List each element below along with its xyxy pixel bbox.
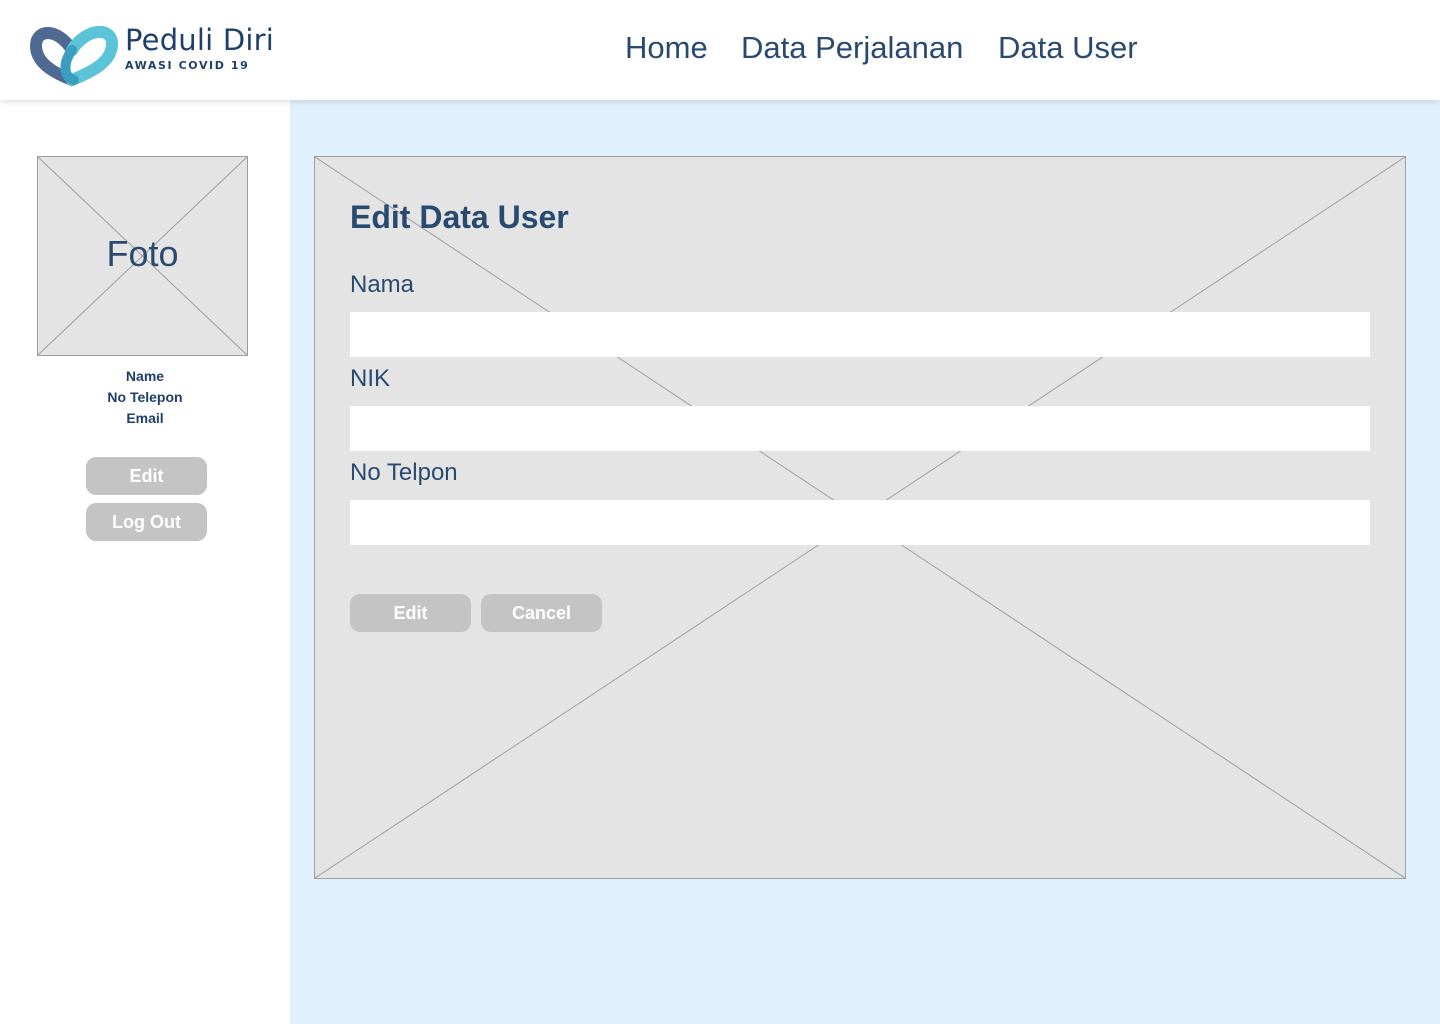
brand-tagline: AWASI COVID 19 <box>125 59 250 72</box>
nik-input[interactable] <box>350 406 1370 451</box>
profile-phone: No Telepon <box>107 389 183 405</box>
logo-heart-icon <box>29 25 119 86</box>
nav-home[interactable]: Home <box>625 30 708 66</box>
nama-label: Nama <box>350 271 415 298</box>
main-content: Edit Data User Nama NIK No Telpon Edit C… <box>290 100 1440 1024</box>
no-telpon-label: No Telpon <box>350 459 458 486</box>
brand-logo[interactable]: Peduli Diri AWASI COVID 19 <box>28 14 288 88</box>
nav-data-perjalanan[interactable]: Data Perjalanan <box>741 30 963 66</box>
no-telpon-input[interactable] <box>350 500 1370 545</box>
cancel-button[interactable]: Cancel <box>481 594 602 632</box>
profile-photo-placeholder: Foto <box>37 156 248 356</box>
profile-name: Name <box>125 368 165 384</box>
edit-profile-button[interactable]: Edit <box>86 457 207 495</box>
brand-name: Peduli Diri <box>125 23 274 57</box>
nama-input[interactable] <box>350 312 1370 357</box>
profile-email: Email <box>126 410 164 426</box>
photo-label: Foto <box>106 233 179 274</box>
logout-button[interactable]: Log Out <box>86 503 207 541</box>
top-header: Peduli Diri AWASI COVID 19 Home Data Per… <box>0 0 1440 100</box>
nav-data-user[interactable]: Data User <box>998 30 1138 66</box>
submit-edit-button[interactable]: Edit <box>350 594 471 632</box>
nik-label: NIK <box>350 365 391 392</box>
edit-user-panel: Edit Data User Nama NIK No Telpon Edit C… <box>314 156 1406 879</box>
profile-sidebar: Foto Name No Telepon Email Edit Log Out <box>0 100 290 1024</box>
profile-info: Name No Telepon Email <box>0 366 290 429</box>
page-title: Edit Data User <box>350 199 569 235</box>
